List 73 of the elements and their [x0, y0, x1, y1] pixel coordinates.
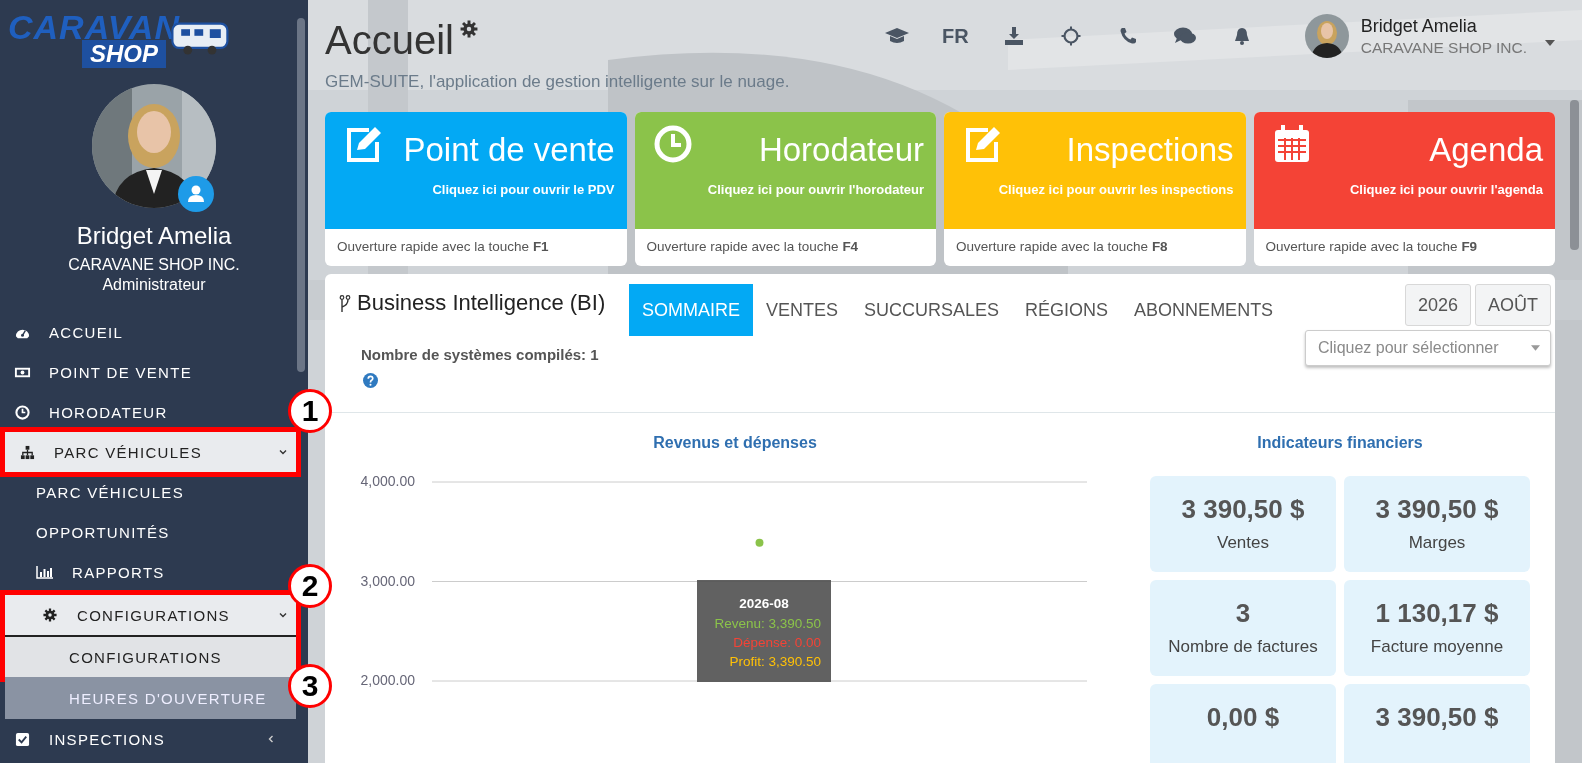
user-name: Bridget Amelia — [76, 222, 232, 250]
axis-label: 2,000.00 — [360, 672, 415, 688]
indicator-value: 3 390,50 $ — [1374, 494, 1500, 525]
axis-label: 4,000.00 — [360, 473, 415, 489]
tile-footer: Ouverture rapide avec la touche F1 — [325, 229, 627, 254]
tile-title: Point de vente — [402, 130, 615, 170]
submenu-item[interactable]: RAPPORTS — [0, 552, 284, 592]
tooltip-line: Dépense: 0.00 — [732, 634, 821, 652]
tile-footer: Ouverture rapide avec la touche F9 — [1253, 229, 1555, 254]
indicator-label: Ventes — [1216, 533, 1270, 553]
submenu-item[interactable]: PARC VÉHICULES — [0, 472, 284, 512]
submenu-item[interactable]: OPPORTUNITÉS — [0, 512, 284, 552]
panel-title: Business Intelligence (BI) — [357, 290, 607, 316]
indicator-value: 3 390,50 $ — [1374, 702, 1500, 733]
shortcut-tile[interactable]: Agenda Cliquez ici pour ouvrir l'agenda Ouverture rapide avec la touche F9 — [1253, 112, 1555, 266]
scrollbar[interactable] — [297, 18, 305, 372]
tooltip-title: 2026-08 — [738, 595, 790, 613]
user-name[interactable]: Bridget Amelia — [1360, 15, 1527, 37]
axis-label: 3,000.00 — [360, 572, 415, 589]
menu-item[interactable]: HORODATEUR — [0, 392, 284, 432]
indicator-value: 1 130,17 $ — [1374, 598, 1500, 629]
indicator-label: Marges — [1407, 533, 1467, 553]
sitemap-icon — [19, 444, 36, 460]
branch-icon — [339, 295, 351, 313]
tab[interactable]: SUCCURSALES — [851, 284, 1013, 336]
page-title: Accueil — [325, 17, 454, 64]
chevron-down-icon — [278, 447, 288, 457]
logo: CARAVAN SHOP — [8, 4, 248, 74]
tile-footer: Ouverture rapide avec la touche F8 — [944, 229, 1246, 254]
caret-icon — [1531, 345, 1540, 351]
tile-title: Horodateur — [757, 130, 924, 170]
chat-icon[interactable] — [1172, 26, 1197, 46]
help-icon[interactable] — [363, 373, 378, 388]
scrollbar[interactable] — [1570, 100, 1579, 250]
tile-title: Agenda — [1428, 130, 1543, 170]
graduation-cap-icon[interactable] — [885, 26, 910, 46]
indicator-label: Facture moyenne — [1369, 637, 1505, 657]
chevron-down-icon — [278, 610, 288, 620]
tile-footer: Ouverture rapide avec la touche F4 — [634, 229, 936, 254]
tile-title: Inspections — [1065, 130, 1234, 170]
tile-link[interactable]: Cliquez ici pour ouvrir l'agenda — [1253, 182, 1543, 197]
menu-item[interactable]: POINT DE VENTE — [0, 352, 284, 392]
tab[interactable]: VENTES — [753, 284, 852, 336]
chart-title: Revenus et dépenses — [652, 434, 818, 452]
user-icon[interactable] — [178, 176, 214, 212]
indicator-value: 3 390,50 $ — [1180, 494, 1306, 525]
user-company: CARAVANE SHOP INC. — [68, 256, 240, 274]
gear-icon — [41, 608, 59, 622]
month-button[interactable]: AOÛT — [1475, 284, 1551, 326]
section-title: Indicateurs financiers — [1257, 434, 1423, 452]
menu-item[interactable]: INSPECTIONS — [0, 719, 284, 759]
indicator-value: 0,00 $ — [1205, 702, 1281, 733]
tooltip-line: Revenu: 3,390.50 — [713, 615, 821, 633]
gear-icon[interactable] — [459, 20, 478, 38]
page-subtitle: GEM-SUITE, l'application de gestion intelligente sur le nuage. — [325, 72, 790, 92]
chevron-left-icon — [266, 734, 276, 744]
checkbox-icon — [14, 731, 31, 747]
clock-icon — [652, 124, 693, 164]
tab[interactable]: ABONNEMENTS — [1121, 284, 1287, 336]
year-button[interactable]: 2026 — [1404, 284, 1471, 326]
systems-count: Nombre de systèmes compilés: 1 — [361, 346, 599, 363]
language-code[interactable]: FR — [942, 24, 969, 48]
select-field[interactable]: Cliquez pour sélectionner — [1305, 330, 1551, 366]
tab[interactable]: RÉGIONS — [1012, 284, 1122, 336]
tooltip-line: Profit: 3,390.50 — [728, 653, 821, 671]
caret-icon[interactable] — [1545, 40, 1555, 46]
indicator-value: 3 — [1234, 598, 1252, 629]
indicator-label: Nombre de factures — [1167, 637, 1319, 657]
user-role: Administrateur — [102, 276, 206, 294]
menu-item[interactable]: ACCUEIL — [0, 312, 284, 352]
tile-banner[interactable]: Agenda Cliquez ici pour ouvrir l'agenda — [1253, 112, 1555, 229]
bar-chart-icon — [36, 565, 54, 579]
clock-icon — [14, 404, 31, 420]
